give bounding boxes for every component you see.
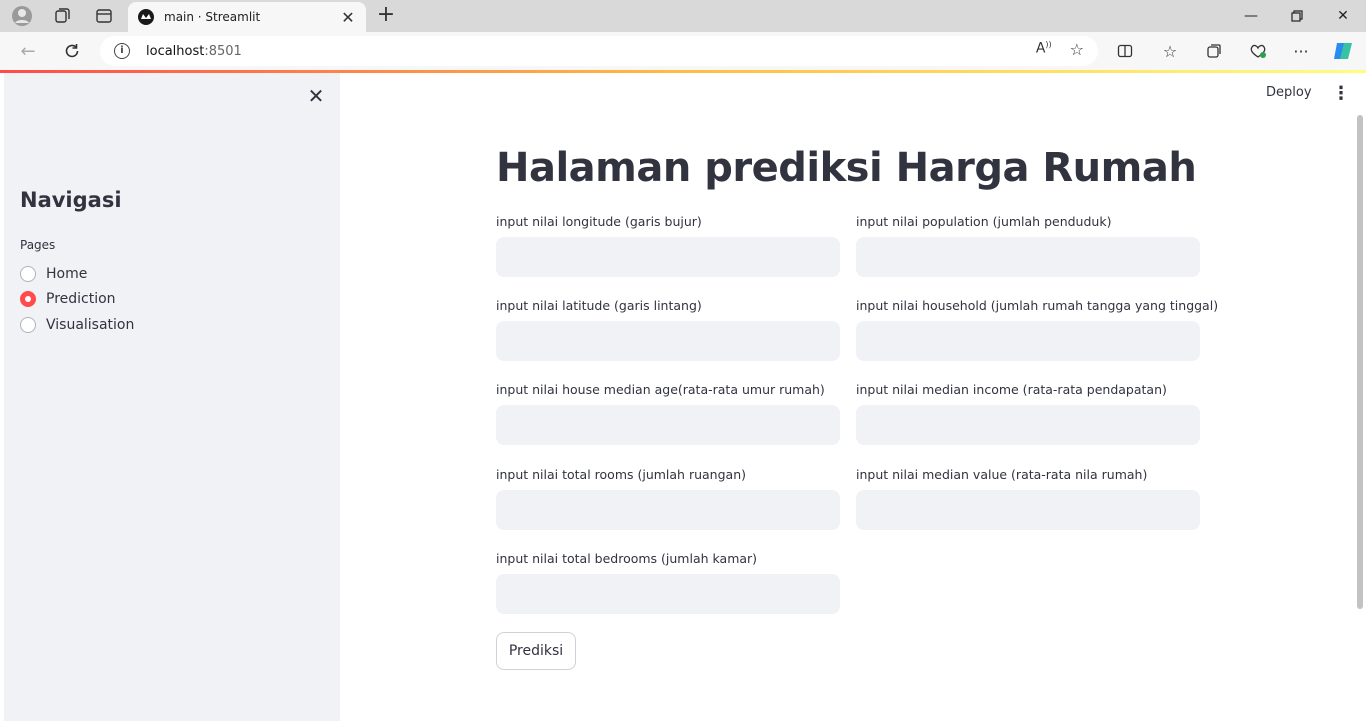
field-label: input nilai total rooms (jumlah ruangan) xyxy=(496,467,746,482)
field-label: input nilai median income (rata-rata pen… xyxy=(856,382,1167,397)
house-median-age-field: input nilai house median age(rata-rata u… xyxy=(496,382,840,445)
new-tab-icon[interactable]: + xyxy=(374,4,398,28)
total-rooms-field: input nilai total rooms (jumlah ruangan) xyxy=(496,467,840,530)
radio-option-visualisation[interactable]: Visualisation xyxy=(20,314,134,336)
median-value-input[interactable] xyxy=(856,490,1200,530)
browser-essentials-icon[interactable] xyxy=(1247,40,1269,62)
radio-option-home[interactable]: Home xyxy=(20,263,87,285)
household-input[interactable] xyxy=(856,321,1200,361)
predict-button[interactable]: Prediksi xyxy=(496,632,576,670)
address-bar-actions: A)) ☆ xyxy=(1036,40,1084,59)
field-label: input nilai latitude (garis lintang) xyxy=(496,298,702,313)
url-host: localhost xyxy=(146,43,205,59)
minimize-icon[interactable]: — xyxy=(1228,0,1274,32)
collections-icon[interactable] xyxy=(1203,40,1225,62)
restore-icon[interactable] xyxy=(1274,0,1320,32)
latitude-field: input nilai latitude (garis lintang) xyxy=(496,298,840,361)
pages-label: Pages xyxy=(20,238,56,252)
median-income-field: input nilai median income (rata-rata pen… xyxy=(856,382,1200,445)
workspaces-icon[interactable] xyxy=(50,4,74,28)
reload-icon[interactable] xyxy=(60,39,84,63)
field-label: input nilai population (jumlah penduduk) xyxy=(856,214,1112,229)
total-rooms-input[interactable] xyxy=(496,490,840,530)
total-bedrooms-input[interactable] xyxy=(496,574,840,614)
back-icon[interactable]: ← xyxy=(16,39,40,63)
split-screen-icon[interactable] xyxy=(1114,40,1136,62)
median-value-field: input nilai median value (rata-rata nila… xyxy=(856,467,1200,530)
sidebar-title: Navigasi xyxy=(20,188,122,212)
field-label: input nilai household (jumlah rumah tang… xyxy=(856,298,1219,313)
radio-label: Visualisation xyxy=(46,317,135,333)
household-field: input nilai household (jumlah rumah tang… xyxy=(856,298,1219,361)
radio-unchecked-icon[interactable] xyxy=(20,317,36,333)
radio-checked-icon[interactable] xyxy=(20,291,36,307)
favorites-icon[interactable]: ☆ xyxy=(1159,40,1181,62)
field-label: input nilai longitude (garis bujur) xyxy=(496,214,702,229)
browser-tab-bar: main · Streamlit ✕ + — ✕ xyxy=(0,0,1366,32)
radio-unchecked-icon[interactable] xyxy=(20,266,36,282)
total-bedrooms-field: input nilai total bedrooms (jumlah kamar… xyxy=(496,551,840,614)
tab-title: main · Streamlit xyxy=(164,10,261,24)
page-title: Halaman prediksi Harga Rumah xyxy=(496,145,1197,191)
field-label: input nilai total bedrooms (jumlah kamar… xyxy=(496,551,758,566)
url-port: :8501 xyxy=(204,43,242,59)
radio-label: Home xyxy=(46,266,88,282)
sidebar: ✕ Navigasi Pages Home Prediction Visuali… xyxy=(4,73,340,721)
radio-label: Prediction xyxy=(46,291,116,307)
population-input[interactable] xyxy=(856,237,1200,277)
longitude-field: input nilai longitude (garis bujur) xyxy=(496,214,840,277)
main-content: Deploy ⋮ Halaman prediksi Harga Rumah in… xyxy=(340,73,1354,721)
favorite-star-icon[interactable]: ☆ xyxy=(1070,40,1084,59)
address-bar[interactable]: i localhost:8501 A)) ☆ xyxy=(100,36,1098,66)
close-window-icon[interactable]: ✕ xyxy=(1320,0,1366,32)
scrollbar-thumb[interactable] xyxy=(1357,115,1363,609)
house-median-age-input[interactable] xyxy=(496,405,840,445)
page-scrollbar[interactable] xyxy=(1354,73,1366,721)
copilot-icon[interactable] xyxy=(1332,40,1354,62)
close-tab-icon[interactable]: ✕ xyxy=(340,8,356,27)
field-label: input nilai house median age(rata-rata u… xyxy=(496,382,825,397)
profile-icon[interactable] xyxy=(10,4,34,28)
more-menu-icon[interactable]: ··· xyxy=(1290,40,1312,62)
read-aloud-icon[interactable]: A)) xyxy=(1036,40,1052,59)
site-info-icon[interactable]: i xyxy=(114,43,130,59)
latitude-input[interactable] xyxy=(496,321,840,361)
tab-actions-icon[interactable] xyxy=(92,4,116,28)
median-income-input[interactable] xyxy=(856,405,1200,445)
deploy-button[interactable]: Deploy xyxy=(1266,85,1312,100)
main-menu-icon[interactable]: ⋮ xyxy=(1332,85,1350,105)
population-field: input nilai population (jumlah penduduk) xyxy=(856,214,1200,277)
browser-toolbar: ← i localhost:8501 A)) ☆ ☆ ··· xyxy=(0,32,1366,70)
streamlit-favicon-icon xyxy=(138,9,154,25)
field-label: input nilai median value (rata-rata nila… xyxy=(856,467,1148,482)
active-tab[interactable]: main · Streamlit ✕ xyxy=(128,2,366,32)
longitude-input[interactable] xyxy=(496,237,840,277)
radio-option-prediction[interactable]: Prediction xyxy=(20,288,116,310)
close-sidebar-icon[interactable]: ✕ xyxy=(307,86,325,106)
